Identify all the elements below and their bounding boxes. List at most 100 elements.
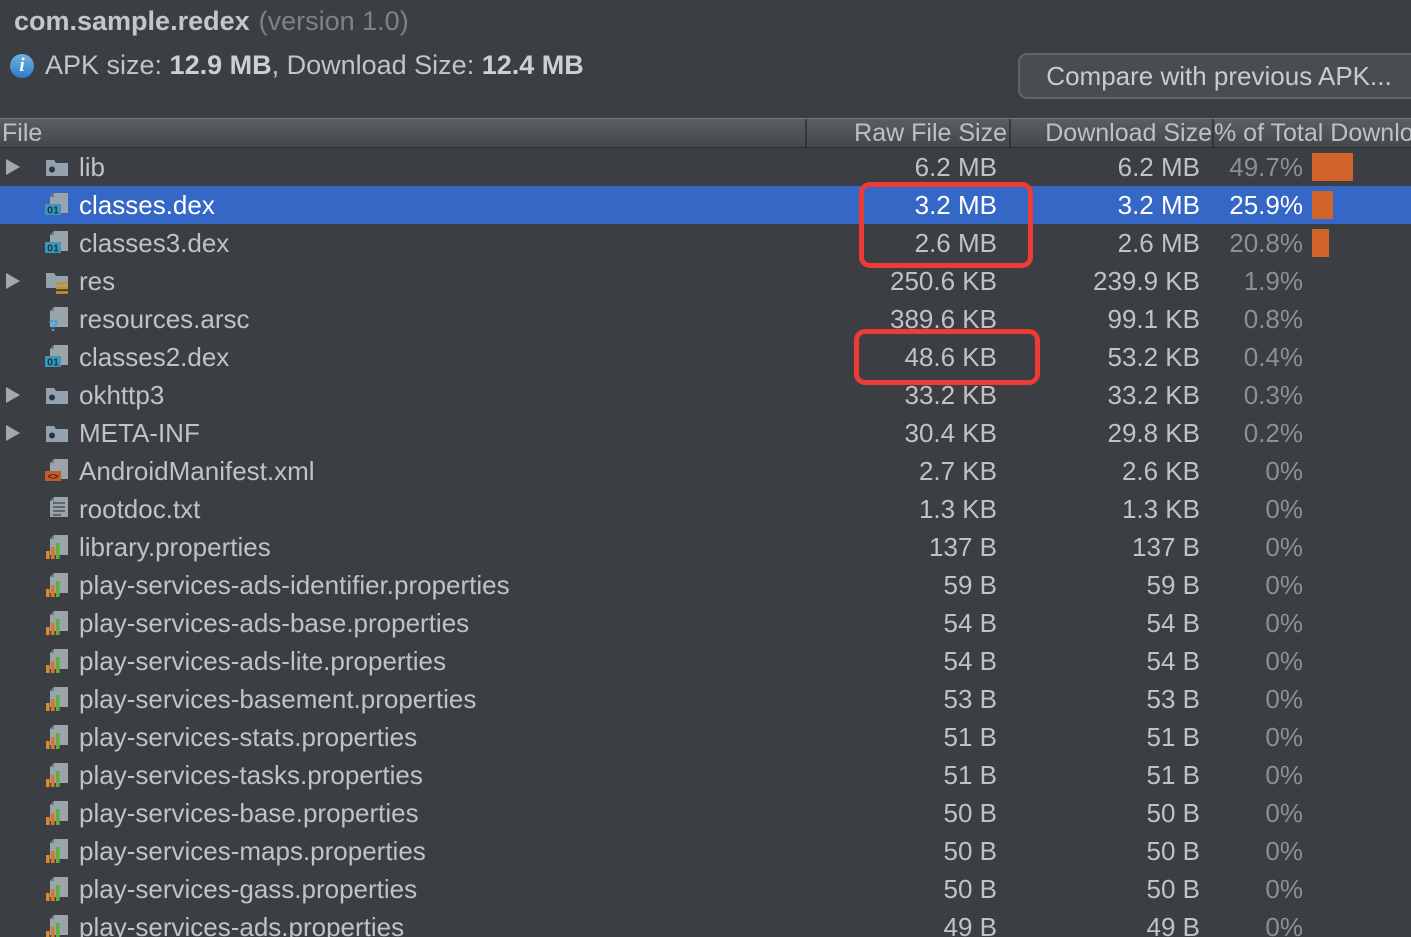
raw-file-size-cell: 48.6 KB: [805, 342, 1009, 373]
file-name: play-services-ads-base.properties: [79, 608, 469, 639]
download-size-cell: 2.6 MB: [1009, 228, 1212, 259]
table-row[interactable]: play-services-ads-base.properties54 B54 …: [0, 604, 1411, 642]
file-cell: play-services-ads-lite.properties: [0, 646, 805, 677]
column-header-raw-file-size[interactable]: Raw File Size: [805, 119, 1009, 147]
properties-file-icon: [44, 534, 70, 560]
download-size-value: 12.4 MB: [482, 50, 584, 81]
properties-file-icon: [44, 914, 70, 937]
percent-bar-cell: [1303, 148, 1411, 186]
percent-cell: 0%: [1212, 760, 1303, 791]
percent-cell: 0%: [1212, 722, 1303, 753]
percent-bar-cell: [1303, 566, 1411, 604]
table-row[interactable]: library.properties137 B137 B0%: [0, 528, 1411, 566]
percent-cell: 0%: [1212, 798, 1303, 829]
table-row[interactable]: META-INF30.4 KB29.8 KB0.2%: [0, 414, 1411, 452]
properties-file-icon: [44, 686, 70, 712]
percent-bar-cell: [1303, 642, 1411, 680]
raw-file-size-cell: 59 B: [805, 570, 1009, 601]
download-size-cell: 3.2 MB: [1009, 190, 1212, 221]
table-row[interactable]: okhttp333.2 KB33.2 KB0.3%: [0, 376, 1411, 414]
table-row[interactable]: play-services-stats.properties51 B51 B0%: [0, 718, 1411, 756]
percent-bar-cell: [1303, 680, 1411, 718]
download-size-label: , Download Size:: [272, 50, 482, 81]
raw-file-size-cell: 51 B: [805, 722, 1009, 753]
file-name: play-services-tasks.properties: [79, 760, 423, 791]
percent-bar-cell: [1303, 832, 1411, 870]
download-size-cell: 99.1 KB: [1009, 304, 1212, 335]
table-row[interactable]: play-services-ads.properties49 B49 B0%: [0, 908, 1411, 937]
table-row[interactable]: play-services-basement.properties53 B53 …: [0, 680, 1411, 718]
raw-file-size-cell: 1.3 KB: [805, 494, 1009, 525]
table-row[interactable]: play-services-tasks.properties51 B51 B0%: [0, 756, 1411, 794]
table-row[interactable]: res250.6 KB239.9 KB1.9%: [0, 262, 1411, 300]
percent-bar-cell: [1303, 870, 1411, 908]
download-size-cell: 29.8 KB: [1009, 418, 1212, 449]
expand-arrow-icon[interactable]: [4, 273, 44, 289]
percent-cell: 0%: [1212, 494, 1303, 525]
percent-cell: 20.8%: [1212, 228, 1303, 259]
download-size-cell: 51 B: [1009, 760, 1212, 791]
raw-file-size-cell: 2.7 KB: [805, 456, 1009, 487]
percent-bar-cell: [1303, 604, 1411, 642]
file-name: AndroidManifest.xml: [79, 456, 315, 487]
file-cell: 01classes3.dex: [0, 228, 805, 259]
download-size-cell: 54 B: [1009, 646, 1212, 677]
table-row[interactable]: play-services-base.properties50 B50 B0%: [0, 794, 1411, 832]
expand-arrow-icon[interactable]: [4, 425, 44, 441]
table-row[interactable]: rootdoc.txt1.3 KB1.3 KB0%: [0, 490, 1411, 528]
table-row[interactable]: play-services-gass.properties50 B50 B0%: [0, 870, 1411, 908]
download-size-cell: 59 B: [1009, 570, 1212, 601]
file-cell: ? resources.arsc: [0, 304, 805, 335]
file-name: play-services-ads-lite.properties: [79, 646, 446, 677]
folder-icon: [44, 154, 70, 180]
file-name: play-services-stats.properties: [79, 722, 417, 753]
compare-with-previous-apk-button[interactable]: Compare with previous APK...: [1018, 53, 1411, 99]
download-size-cell: 51 B: [1009, 722, 1212, 753]
download-size-cell: 50 B: [1009, 836, 1212, 867]
percent-cell: 0.4%: [1212, 342, 1303, 373]
table-row[interactable]: 01classes2.dex48.6 KB53.2 KB0.4%: [0, 338, 1411, 376]
svg-text:01: 01: [47, 356, 59, 368]
column-header-file[interactable]: File: [0, 119, 805, 147]
table-row[interactable]: play-services-ads-lite.properties54 B54 …: [0, 642, 1411, 680]
apk-size-label: APK size:: [45, 50, 170, 81]
file-cell: 01classes2.dex: [0, 342, 805, 373]
file-name: resources.arsc: [79, 304, 250, 335]
file-name: play-services-base.properties: [79, 798, 419, 829]
xml-file-icon: <>: [44, 458, 70, 484]
file-table-body: lib6.2 MB6.2 MB49.7%01classes.dex3.2 MB3…: [0, 148, 1411, 937]
raw-file-size-cell: 50 B: [805, 874, 1009, 905]
apk-size-value: 12.9 MB: [170, 50, 272, 81]
table-row[interactable]: ?resources.arsc389.6 KB99.1 KB0.8%: [0, 300, 1411, 338]
column-header-percent-of-total[interactable]: % of Total Downlo...: [1212, 119, 1411, 147]
table-row[interactable]: play-services-maps.properties50 B50 B0%: [0, 832, 1411, 870]
percent-bar-cell: [1303, 528, 1411, 566]
table-row[interactable]: play-services-ads-identifier.properties5…: [0, 566, 1411, 604]
table-row[interactable]: 01classes3.dex2.6 MB2.6 MB20.8%: [0, 224, 1411, 262]
percent-cell: 0%: [1212, 912, 1303, 937]
file-cell: okhttp3: [0, 380, 805, 411]
file-cell: play-services-gass.properties: [0, 874, 805, 905]
download-size-cell: 49 B: [1009, 912, 1212, 937]
table-row[interactable]: <>AndroidManifest.xml2.7 KB2.6 KB0%: [0, 452, 1411, 490]
file-name: okhttp3: [79, 380, 164, 411]
column-header-download-size[interactable]: Download Size: [1009, 119, 1212, 147]
table-row[interactable]: lib6.2 MB6.2 MB49.7%: [0, 148, 1411, 186]
properties-file-icon: [44, 800, 70, 826]
file-cell: 01classes.dex: [0, 190, 805, 221]
percent-bar-cell: [1303, 224, 1411, 262]
table-row[interactable]: 01classes.dex3.2 MB3.2 MB25.9%: [0, 186, 1411, 224]
percent-bar: [1312, 153, 1353, 181]
percent-bar-cell: [1303, 338, 1411, 376]
download-size-cell: 50 B: [1009, 874, 1212, 905]
percent-cell: 0%: [1212, 646, 1303, 677]
percent-bar-cell: [1303, 376, 1411, 414]
download-size-cell: 53 B: [1009, 684, 1212, 715]
expand-arrow-icon[interactable]: [4, 387, 44, 403]
arsc-file-icon: ?: [44, 306, 70, 332]
expand-arrow-icon[interactable]: [4, 159, 44, 175]
table-header: File Raw File Size Download Size % of To…: [0, 118, 1411, 148]
dex-file-icon: 01: [44, 192, 70, 218]
file-cell: lib: [0, 152, 805, 183]
file-name: META-INF: [79, 418, 200, 449]
